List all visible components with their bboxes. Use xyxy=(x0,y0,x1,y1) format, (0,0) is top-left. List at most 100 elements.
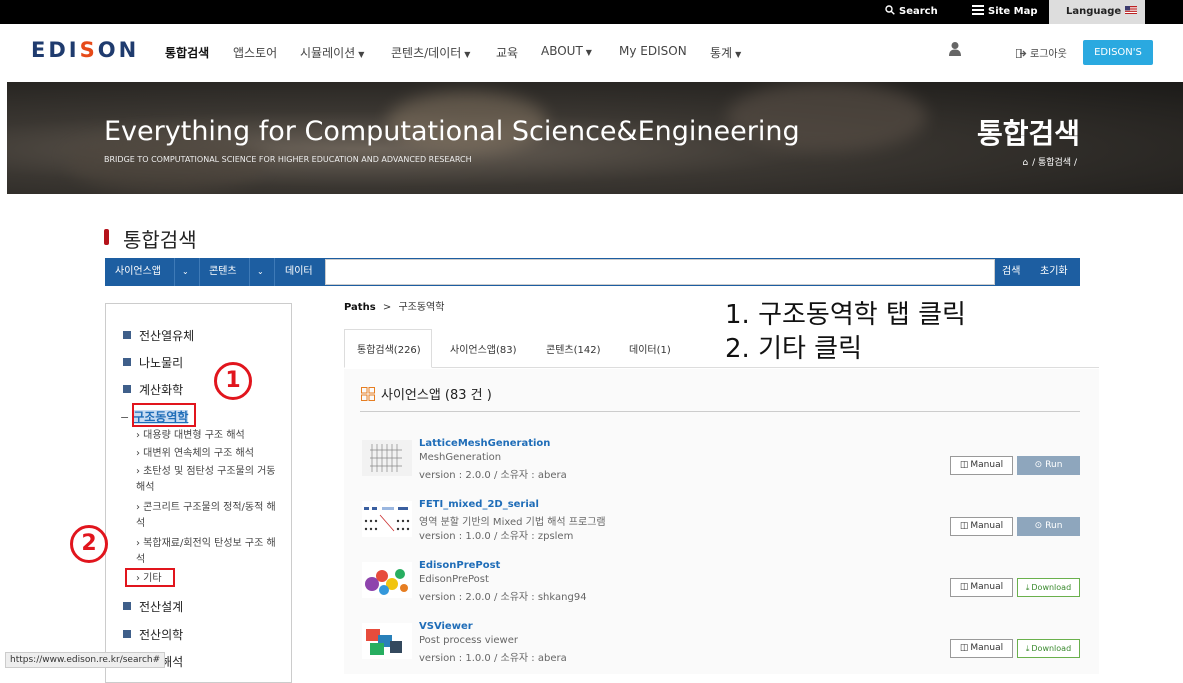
subcategory-item[interactable]: › 대용량 대변형 구조 해석 xyxy=(136,428,284,444)
instruction-step2: 2. 기타 클릭 xyxy=(725,334,863,364)
caret-down-icon: ▼ xyxy=(585,48,592,57)
edison-logo[interactable]: EDISON xyxy=(31,38,139,62)
download-label: Download xyxy=(1031,583,1072,592)
app-name-link[interactable]: LatticeMeshGeneration xyxy=(419,438,550,449)
caret-down-icon: ▼ xyxy=(735,50,742,59)
sitemap-link[interactable]: Site Map xyxy=(972,0,1038,24)
manual-button[interactable]: ◫ Manual xyxy=(950,517,1013,536)
app-thumbnail[interactable] xyxy=(362,440,412,476)
subcategory-item[interactable]: › 초탄성 및 점탄성 구조물의 거동 해석 xyxy=(136,464,284,496)
category-medical[interactable]: 전산의학 xyxy=(123,626,183,643)
main-navbar: EDISON 통합검색 앱스토어 시뮬레이션 ▼ 콘텐츠/데이터 ▼ 교육 ABOU… xyxy=(0,24,1183,80)
manual-label: Manual xyxy=(970,460,1004,470)
search-icon xyxy=(885,5,895,15)
nav-label: 앱스토어 xyxy=(233,46,278,60)
category-chem[interactable]: 계산화학 xyxy=(123,381,183,398)
nav-label: 통계 xyxy=(710,46,733,60)
manual-button[interactable]: ◫ Manual xyxy=(950,578,1013,597)
download-icon: ⤓ xyxy=(1025,583,1030,592)
download-button[interactable]: ⤓ Download xyxy=(1017,578,1080,597)
run-button[interactable]: ⊙ Run xyxy=(1017,517,1080,536)
scope-scienceapp[interactable]: 사이언스앱 xyxy=(115,258,161,286)
hero-subtitle: BRIDGE TO COMPUTATIONAL SCIENCE FOR HIGH… xyxy=(104,155,472,164)
app-name-link[interactable]: VSViewer xyxy=(419,621,473,632)
home-icon[interactable]: ⌂ xyxy=(1022,158,1028,168)
run-label: Run xyxy=(1045,460,1063,470)
instruction-step1: 1. 구조동역학 탭 클릭 xyxy=(725,300,966,330)
hero-page-name: 통합검색 xyxy=(976,117,1080,150)
language-button[interactable]: Language xyxy=(1049,0,1145,24)
scope-label: 사이언스앱 xyxy=(115,266,161,277)
nav-label: My EDISON xyxy=(619,44,687,58)
search-bar: 사이언스앱 ⌄ 콘텐츠 ⌄ 데이터 검색 초기화 xyxy=(105,258,1080,286)
download-button[interactable]: ⤓ Download xyxy=(1017,639,1080,658)
subcategory-item[interactable]: › 콘크리트 구조물의 정적/동적 해석 xyxy=(136,500,284,532)
paths-label: Paths xyxy=(344,302,376,313)
scope-data[interactable]: 데이터 xyxy=(285,258,313,286)
tab-scienceapp[interactable]: 사이언스앱(83) xyxy=(450,341,517,356)
category-label: 전산설계 xyxy=(139,600,184,614)
nav-my-edison[interactable]: My EDISON xyxy=(619,44,687,58)
nav-about[interactable]: ABOUT ▼ xyxy=(541,44,592,58)
panel-divider xyxy=(360,411,1080,412)
subcategory-item[interactable]: › 대변위 연속체의 구조 해석 xyxy=(136,446,284,462)
app-name-link[interactable]: FETI_mixed_2D_serial xyxy=(419,499,539,510)
language-label: Language xyxy=(1066,6,1122,17)
top-search-link[interactable]: Search xyxy=(885,0,938,24)
nav-label: 콘텐츠/데이터 xyxy=(391,46,462,60)
app-thumbnail[interactable] xyxy=(362,623,412,659)
logout-link[interactable]: 로그아웃 xyxy=(1015,45,1067,60)
app-version: version : 2.0.0 / 소유자 : shkang94 xyxy=(419,592,587,603)
nav-integrated-search[interactable]: 통합검색 xyxy=(165,44,209,61)
tab-data[interactable]: 데이터(1) xyxy=(629,341,671,356)
app-description: EdisonPrePost xyxy=(419,574,489,585)
nav-simulation[interactable]: 시뮬레이션 ▼ xyxy=(300,44,364,61)
reset-button[interactable]: 초기화 xyxy=(1040,258,1068,286)
subcategory-item[interactable]: › 복합재료/회전익 탄성보 구조 해석 xyxy=(136,536,284,568)
logo-part: EDI xyxy=(31,38,80,62)
run-button[interactable]: ⊙ Run xyxy=(1017,456,1080,475)
highlight-box-etc xyxy=(125,568,175,587)
category-label: 나노물리 xyxy=(139,356,184,370)
sitemap-label: Site Map xyxy=(988,6,1038,17)
nav-contents-data[interactable]: 콘텐츠/데이터 ▼ xyxy=(391,44,470,61)
search-input[interactable] xyxy=(325,259,995,285)
manual-button[interactable]: ◫ Manual xyxy=(950,639,1013,658)
scope-label: 데이터 xyxy=(285,266,313,277)
highlight-box-structural xyxy=(132,403,196,427)
scope-dropdown-toggle[interactable]: ⌄ xyxy=(182,258,189,286)
tab-all[interactable]: 통합검색(226) xyxy=(357,341,421,356)
nav-education[interactable]: 교육 xyxy=(496,44,518,61)
minus-icon: − xyxy=(120,411,130,424)
nav-label: 통합검색 xyxy=(165,46,210,60)
edisons-button[interactable]: EDISON'S xyxy=(1083,40,1153,65)
category-cfd[interactable]: 전산열유체 xyxy=(123,327,194,344)
nav-label: 교육 xyxy=(496,46,519,60)
nav-appstore[interactable]: 앱스토어 xyxy=(233,44,277,61)
nav-statistics[interactable]: 통계 ▼ xyxy=(710,44,741,61)
result-row: FETI_mixed_2D_serial 영역 분할 기반의 Mixed 기법 … xyxy=(362,499,1080,557)
results-panel: 사이언스앱 (83 건 ) LatticeMeshGeneration Mesh… xyxy=(344,369,1099,674)
chevron-down-icon: ⌄ xyxy=(182,267,189,276)
category-design[interactable]: 전산설계 xyxy=(123,598,183,615)
tab-contents[interactable]: 콘텐츠(142) xyxy=(546,341,601,356)
manual-button[interactable]: ◫ Manual xyxy=(950,456,1013,475)
logo-part: N xyxy=(118,38,140,62)
app-thumbnail[interactable] xyxy=(362,501,412,537)
app-name-link[interactable]: EdisonPrePost xyxy=(419,560,500,571)
category-nano[interactable]: 나노물리 xyxy=(123,354,183,371)
app-thumbnail[interactable] xyxy=(362,562,412,598)
category-label: 계산화학 xyxy=(139,383,184,397)
user-icon[interactable] xyxy=(948,41,962,57)
chevron-down-icon: ⌄ xyxy=(257,267,264,276)
app-version: version : 2.0.0 / 소유자 : abera xyxy=(419,470,567,481)
breadcrumb: ⌂ / 통합검색 / xyxy=(1022,155,1077,168)
result-row: VSViewer Post process viewer version : 1… xyxy=(362,621,1080,679)
search-button[interactable]: 검색 xyxy=(1002,258,1020,286)
caret-down-icon: ▼ xyxy=(358,50,365,59)
bullet-icon xyxy=(123,331,131,339)
scope-dropdown-toggle[interactable]: ⌄ xyxy=(257,258,264,286)
divider xyxy=(199,258,200,286)
app-description: Post process viewer xyxy=(419,635,518,646)
scope-contents[interactable]: 콘텐츠 xyxy=(209,258,237,286)
